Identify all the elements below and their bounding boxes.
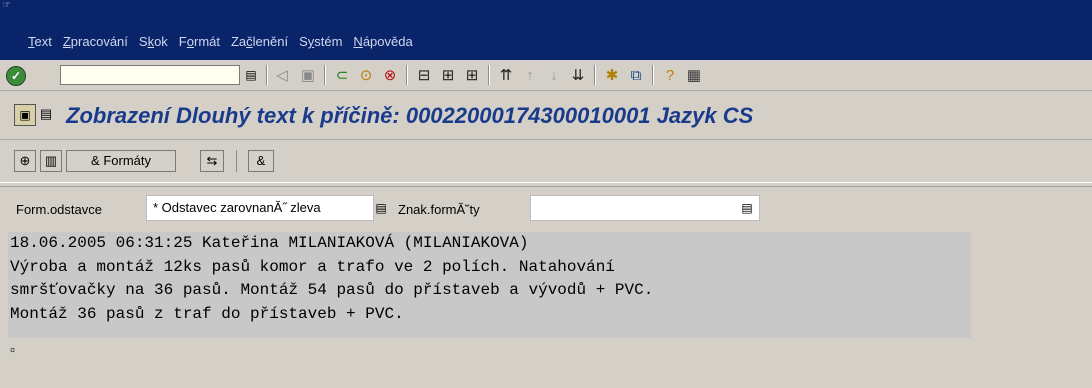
- move-icon[interactable]: ⇆: [200, 150, 224, 172]
- format-line: Form.odstavce * Odstavec zarovnanĂ˝ zlev…: [0, 186, 1092, 232]
- back-arrow-icon[interactable]: ◁: [272, 66, 292, 86]
- paragraph-format-dropdown-icon[interactable]: ▤: [374, 199, 388, 217]
- page-title: Zobrazení Dlouhý text k příčině: 0002200…: [66, 103, 754, 128]
- end-of-text-marker: ¤: [10, 345, 16, 355]
- paragraph-icon[interactable]: &: [248, 150, 274, 172]
- create-session-icon[interactable]: ✱: [602, 66, 622, 86]
- layout-menu-icon[interactable]: ▦: [684, 66, 704, 86]
- formats-icon: &: [91, 153, 100, 168]
- char-format-label: Znak.formĂ˘ty: [398, 202, 480, 217]
- screen-icon[interactable]: ▣: [14, 104, 36, 126]
- first-page-icon[interactable]: ⇈: [496, 66, 516, 86]
- save-icon[interactable]: ▣: [298, 66, 318, 86]
- back-icon[interactable]: ⊂: [332, 66, 352, 86]
- title-bar: ▣ ▤ Zobrazení Dlouhý text k příčině: 000…: [0, 91, 1092, 140]
- text-editor[interactable]: 18.06.2005 06:31:25 Kateřina MILANIAKOVÁ…: [0, 232, 1092, 388]
- window-menu-icon[interactable]: ☞: [2, 1, 12, 11]
- shortcut-icon[interactable]: ⧉: [626, 66, 646, 86]
- find-icon[interactable]: ⊞: [438, 66, 458, 86]
- copy-icon[interactable]: ▥: [40, 150, 62, 172]
- toolbar-separator: [266, 65, 268, 85]
- formats-button[interactable]: & Formáty: [66, 150, 176, 172]
- display-change-icon[interactable]: ⊕: [14, 150, 36, 172]
- menu-zacleneni[interactable]: Začlenění: [231, 34, 288, 49]
- menu-list: Text Zpracování Skok Formát Začlenění Sy…: [28, 34, 424, 49]
- char-format-field[interactable]: [530, 195, 760, 221]
- find-next-icon[interactable]: ⊞: [462, 66, 482, 86]
- toolbar-separator: [652, 65, 654, 85]
- menu-format[interactable]: Formát: [179, 34, 220, 49]
- editor-line: Výroba a montáž 12ks pasů komor a trafo …: [10, 257, 615, 276]
- editor-line: smršťovačky na 36 pasů. Montáž 54 pasů d…: [10, 281, 654, 299]
- toolbar-separator: [324, 65, 326, 85]
- menu-bar: ☞ Text Zpracování Skok Formát Začlenění …: [0, 0, 1092, 60]
- toolbar-separator: [236, 150, 237, 172]
- help-icon[interactable]: ?: [660, 66, 680, 86]
- print-icon[interactable]: ⊟: [414, 66, 434, 86]
- menu-text[interactable]: Text: [28, 34, 52, 49]
- toolbar-separator: [488, 65, 490, 85]
- command-history-icon[interactable]: ▤: [244, 66, 258, 84]
- cancel-icon[interactable]: ⊗: [380, 66, 400, 86]
- menu-list-icon[interactable]: ▤: [38, 104, 54, 124]
- command-field[interactable]: [60, 65, 240, 85]
- last-page-icon[interactable]: ⇊: [568, 66, 588, 86]
- previous-page-icon[interactable]: ↑: [520, 66, 540, 86]
- command-toolbar: ✓ ▤ ◁ ▣ ⊂ ⊙ ⊗ ⊟ ⊞ ⊞ ⇈ ↑ ↓ ⇊ ✱ ⧉ ? ▦: [0, 60, 1092, 91]
- char-format-dropdown-icon[interactable]: ▤: [740, 199, 754, 217]
- toolbar-separator: [406, 65, 408, 85]
- editor-line: Montáž 36 pasů z traf do přístaveb + PVC…: [10, 304, 404, 323]
- menu-napoveda[interactable]: Nápověda: [353, 34, 412, 49]
- paragraph-format-label: Form.odstavce: [16, 202, 102, 217]
- editor-line: 18.06.2005 06:31:25 Kateřina MILANIAKOVÁ…: [10, 234, 529, 252]
- formats-label: Formáty: [103, 153, 151, 168]
- exit-icon[interactable]: ⊙: [356, 66, 376, 86]
- menu-system[interactable]: Systém: [299, 34, 342, 49]
- enter-check-icon[interactable]: ✓: [6, 66, 26, 86]
- menu-zpracovani[interactable]: Zpracování: [63, 34, 128, 49]
- toolbar-separator: [594, 65, 596, 85]
- application-toolbar: ⊕ ▥ & Formáty ⇆ &: [0, 140, 1092, 183]
- editor-text-area[interactable]: 18.06.2005 06:31:25 Kateřina MILANIAKOVÁ…: [8, 232, 971, 338]
- paragraph-format-field[interactable]: * Odstavec zarovnanĂ˝ zleva: [146, 195, 374, 221]
- next-page-icon[interactable]: ↓: [544, 66, 564, 86]
- menu-skok[interactable]: Skok: [139, 34, 168, 49]
